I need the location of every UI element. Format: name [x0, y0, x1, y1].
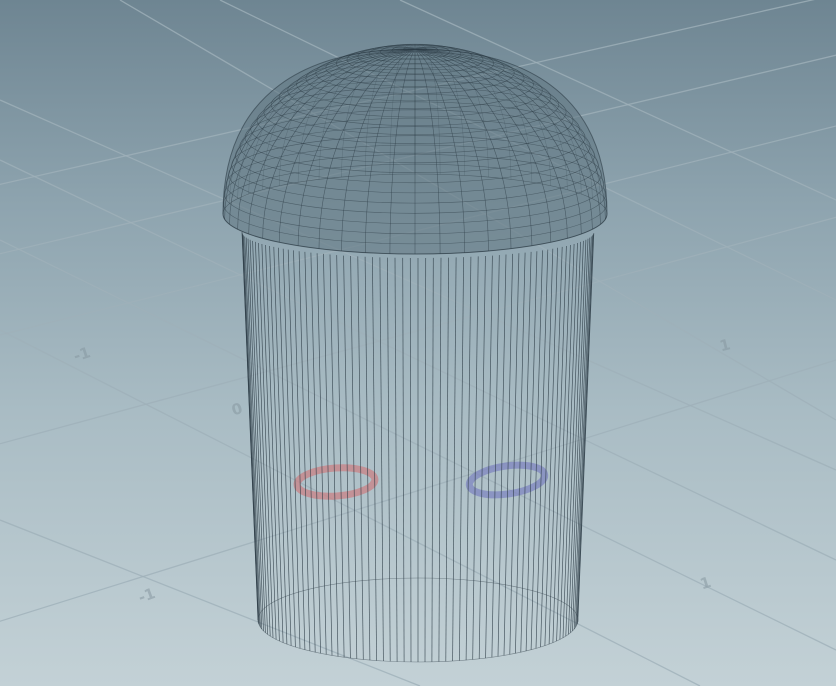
cylinder-edge: [287, 249, 301, 649]
cylinder-edge: [472, 256, 479, 660]
cylinder-edge: [343, 255, 351, 659]
cylinder-edge: [452, 257, 457, 662]
dome-wireframe[interactable]: [222, 43, 608, 255]
blue-origin-ring: [465, 461, 549, 499]
cylinder-edge: [438, 257, 442, 662]
cylinder-wireframe[interactable]: [241, 231, 595, 663]
origin-markers: [293, 461, 549, 500]
cylinder-edge: [245, 237, 263, 630]
cylinder-edge: [269, 245, 284, 643]
axis-label-left-near: -1: [136, 584, 158, 607]
cylinder-edge: [459, 257, 464, 661]
cylinder-edge: [304, 251, 316, 653]
cylinder-edge: [329, 254, 339, 657]
axis-label-left-far: -1: [71, 343, 92, 365]
cylinder-edge: [515, 252, 526, 654]
cylinder-edge: [350, 255, 358, 659]
3d-viewport[interactable]: -1 1 -1 1 0: [0, 0, 836, 686]
cylinder-edge: [242, 234, 259, 624]
cylinder-edge: [559, 243, 575, 640]
red-origin-ring: [293, 464, 379, 500]
cylinder-edge: [409, 257, 412, 663]
cylinder-edge: [530, 250, 543, 650]
cylinder-edge: [364, 256, 371, 661]
cylinder-edge: [573, 237, 591, 630]
cylinder-edge: [261, 243, 277, 640]
cylinder-edge: [478, 255, 486, 659]
cylinder-edge: [491, 255, 500, 658]
axis-label-center-left: 0: [229, 399, 244, 419]
cylinder-edge: [431, 257, 434, 662]
cylinder-edge: [379, 257, 384, 662]
grid-line: [0, 519, 421, 686]
cylinder-edge: [535, 249, 549, 649]
cylinder-edge: [357, 256, 364, 660]
cylinder-edge: [402, 257, 405, 662]
cylinder-edge: [265, 244, 280, 642]
cylinder-edge: [520, 251, 532, 653]
cylinder-edge: [298, 251, 311, 652]
cylinder-edge: [525, 251, 538, 652]
viewport-scene[interactable]: -1 1 -1 1 0: [0, 0, 836, 686]
cylinder-edge: [293, 250, 306, 650]
cylinder-edge: [387, 257, 391, 662]
cylinder-edge: [372, 257, 377, 661]
cylinder-edge: [424, 257, 427, 663]
axis-label-right-near: 1: [698, 573, 713, 593]
cylinder-edge: [394, 257, 398, 662]
cylinder-edge: [336, 255, 345, 658]
cylinder-edge: [497, 254, 507, 657]
